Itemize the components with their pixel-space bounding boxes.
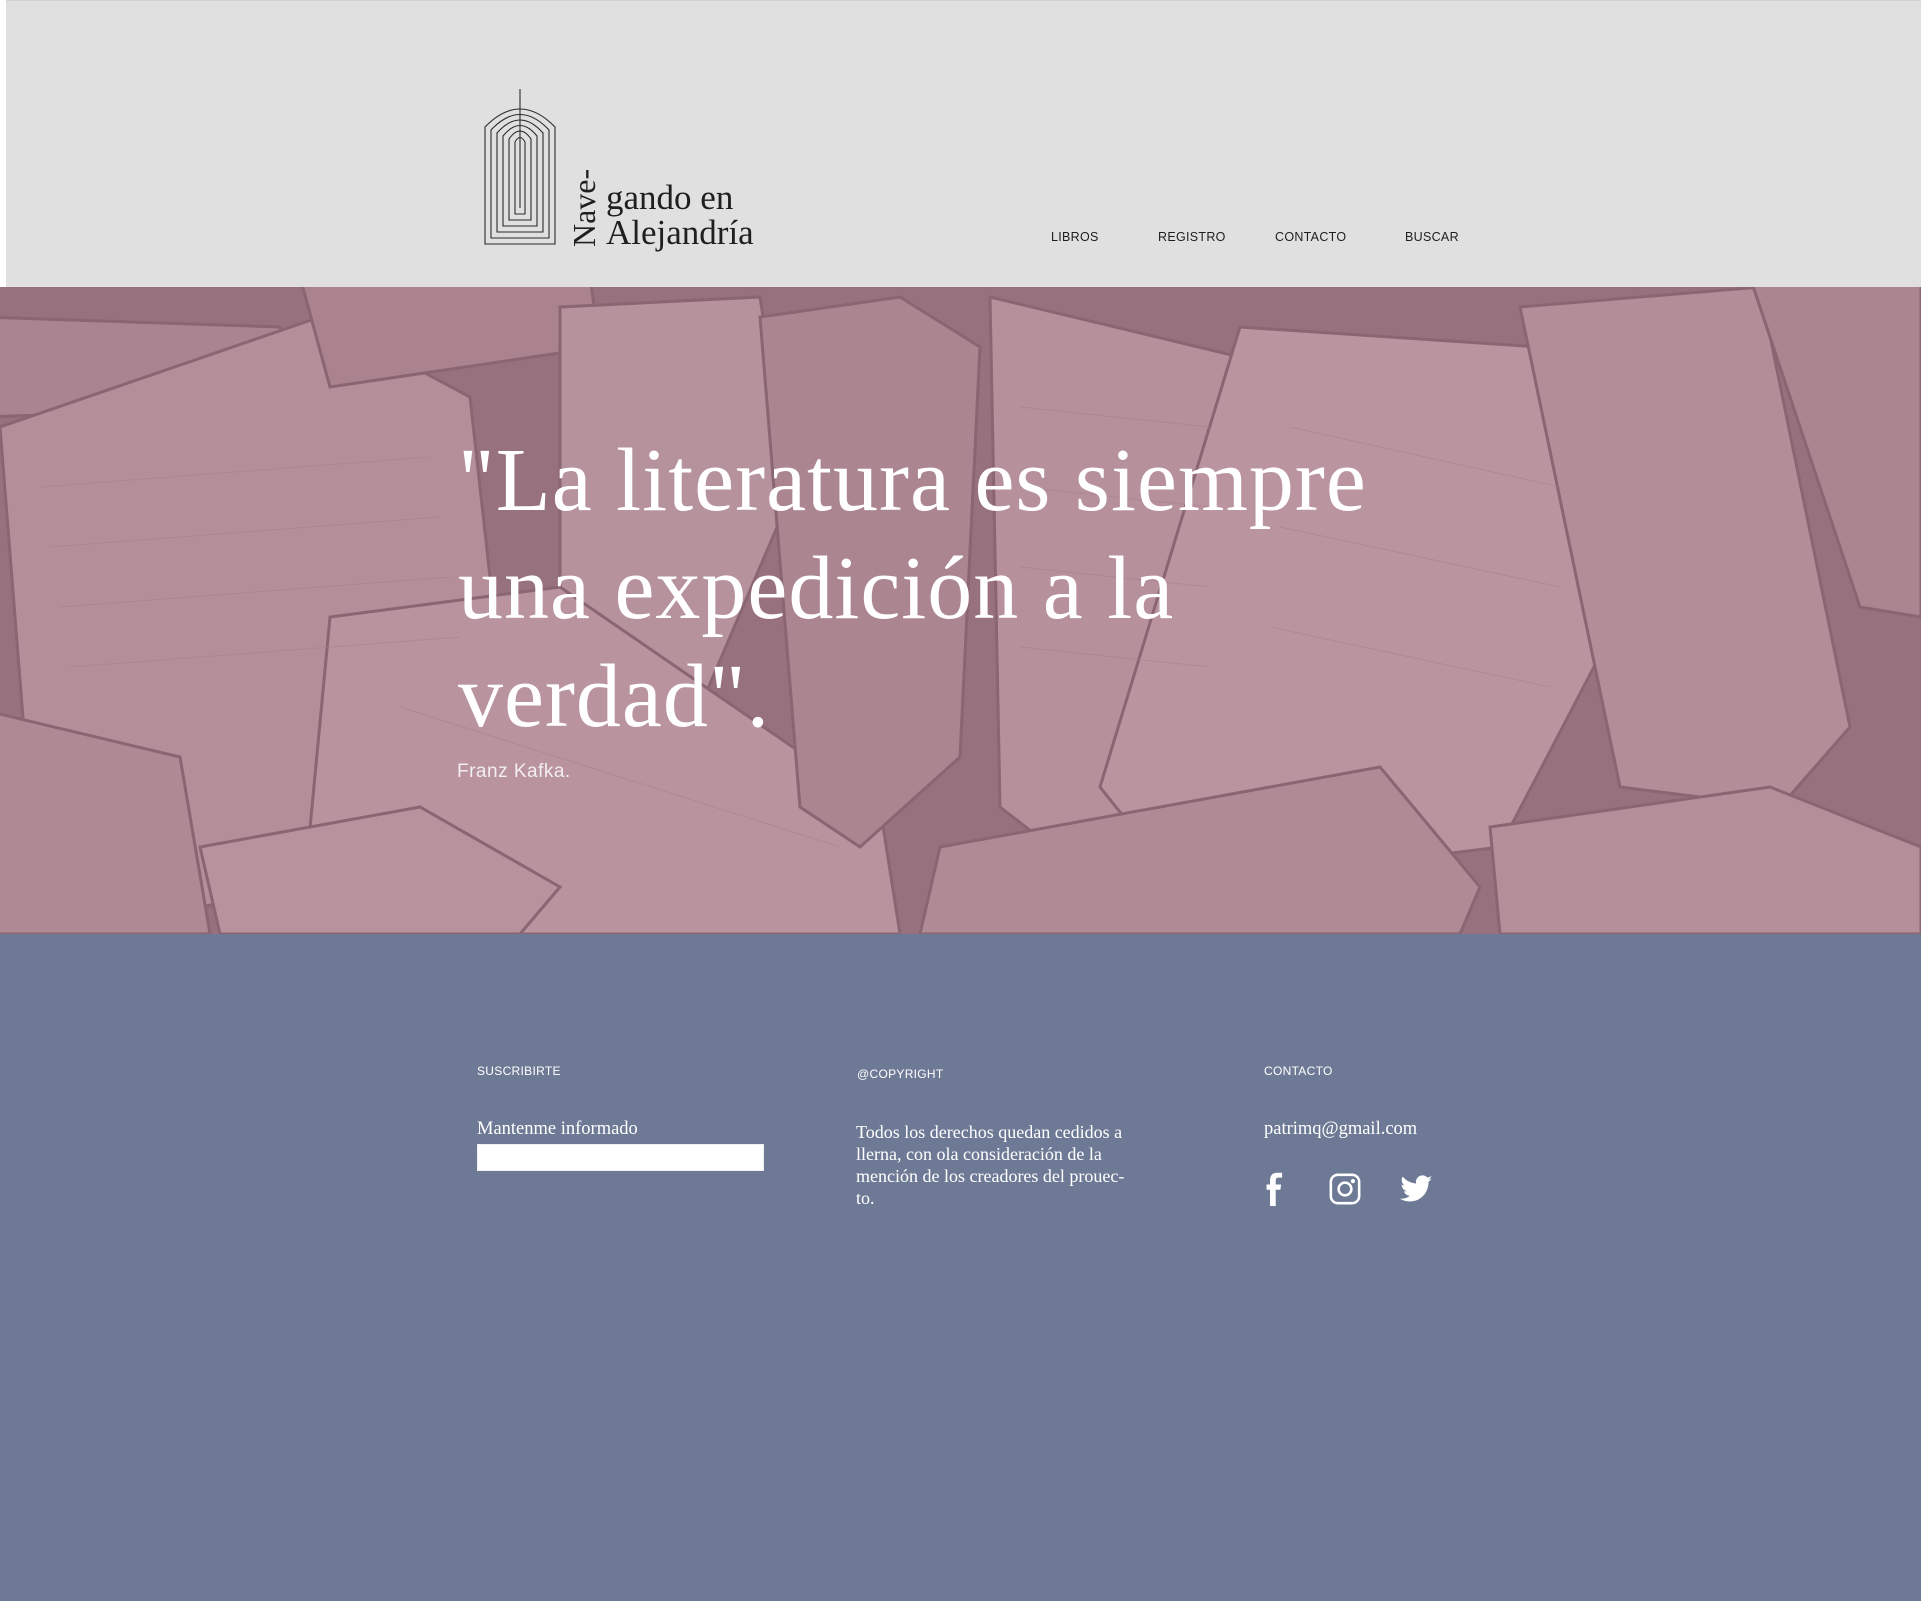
nav-item-libros[interactable]: LIBROS [1051,230,1099,244]
hero-quote-line: una expedición a la [458,539,1175,638]
hero-quote-line: verdad". [458,647,771,746]
contact-email[interactable]: patrimq@gmail.com [1264,1120,1417,1139]
copyright-line: Todos los derechos quedan cedidos a [856,1122,1123,1142]
quote-author: Franz Kafka. [457,761,571,782]
facebook-icon[interactable] [1258,1172,1292,1206]
site-logo[interactable]: Nave- gando en Alejandría [484,89,764,259]
hero-section: "La literatura es siempre una expedición… [0,287,1921,934]
logo-arch-icon [484,89,556,245]
site-footer: SUSCRIBIRTE Mantenme informado @COPYRIGH… [0,934,1921,1601]
logo-text-vertical: Nave- [566,168,602,247]
copyright-line: to. [856,1188,875,1208]
copyright-line: llerna, con ola consideración de la [856,1144,1102,1164]
instagram-icon[interactable] [1328,1172,1362,1206]
nav-item-registro[interactable]: REGISTRO [1158,230,1226,244]
subscribe-heading: SUSCRIBIRTE [477,1064,561,1078]
hero-quote-line: "La literatura es siempre [458,431,1367,530]
subscribe-email-input[interactable] [477,1144,764,1171]
copyright-heading: @COPYRIGHT [857,1067,944,1081]
hero-quote: "La literatura es siempre una expedición… [458,427,1558,751]
twitter-icon[interactable] [1399,1172,1433,1206]
nav-item-contacto[interactable]: CONTACTO [1275,230,1346,244]
subscribe-label: Mantenme informado [477,1119,638,1139]
logo-text-line1: gando en [606,178,734,217]
contact-heading: CONTACTO [1264,1064,1333,1078]
copyright-line: mención de los creadores del prouec- [856,1166,1125,1186]
logo-text-line2: Alejandría [606,213,754,252]
nav-item-buscar[interactable]: BUSCAR [1405,230,1459,244]
site-header: Nave- gando en Alejandría LIBROS REGISTR… [6,0,1921,288]
copyright-text: Todos los derechos quedan cedidos a ller… [856,1121,1176,1209]
